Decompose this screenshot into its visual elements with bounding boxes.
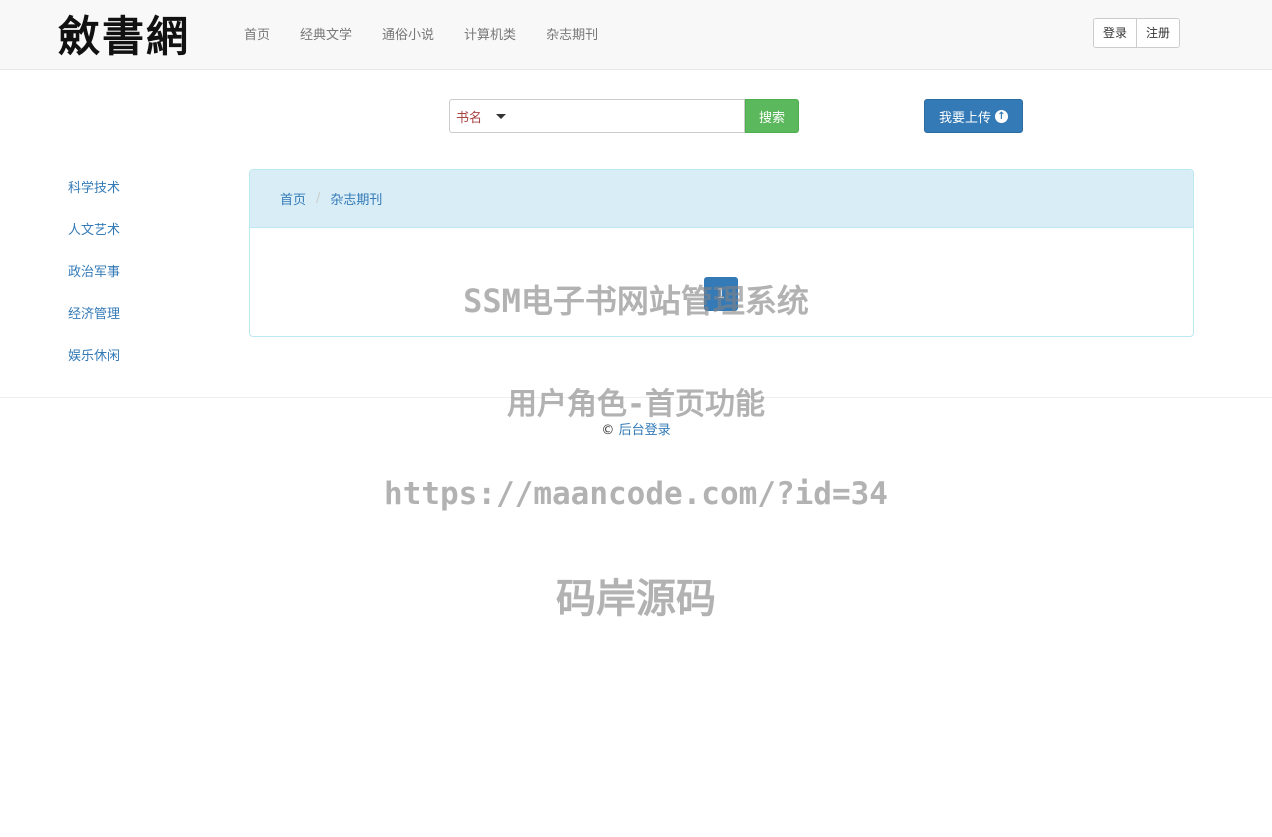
- breadcrumb: 首页 / 杂志期刊: [250, 170, 1193, 228]
- register-button[interactable]: 注册: [1136, 19, 1180, 47]
- sidebar-item-economics[interactable]: 经济管理: [68, 300, 218, 342]
- footer: © 后台登录: [0, 419, 1272, 438]
- admin-login-link[interactable]: 后台登录: [619, 423, 671, 438]
- search-input[interactable]: [511, 99, 745, 133]
- breadcrumb-current[interactable]: 杂志期刊: [330, 189, 382, 208]
- upload-button-label: 我要上传: [938, 110, 991, 126]
- nav-classic-literature[interactable]: 经典文学: [285, 0, 367, 70]
- category-sidebar: 科学技术 人文艺术 政治军事 经济管理 娱乐休闲: [68, 174, 218, 384]
- copyright-symbol: ©: [601, 423, 615, 438]
- arrow-circle-up-icon: ↑: [995, 109, 1008, 123]
- upload-button[interactable]: 我要上传 ↑: [924, 99, 1023, 133]
- site-logo[interactable]: 斂書網: [58, 12, 190, 62]
- content-panel: 首页 / 杂志期刊 1: [249, 169, 1194, 337]
- top-navbar: 斂書網 首页 经典文学 通俗小说 计算机类 杂志期刊 登录 注册: [0, 0, 1272, 70]
- sidebar-item-science[interactable]: 科学技术: [68, 174, 218, 216]
- watermark-brand: 码岸源码: [556, 576, 716, 622]
- auth-button-group: 登录 注册: [1093, 18, 1181, 48]
- main-nav: 首页 经典文学 通俗小说 计算机类 杂志期刊: [229, 0, 613, 70]
- sidebar-item-politics-military[interactable]: 政治军事: [68, 258, 218, 300]
- nav-magazines[interactable]: 杂志期刊: [531, 0, 613, 70]
- nav-computer-books[interactable]: 计算机类: [449, 0, 531, 70]
- footer-divider: [0, 397, 1272, 398]
- breadcrumb-home[interactable]: 首页: [280, 189, 306, 208]
- sidebar-item-humanities[interactable]: 人文艺术: [68, 216, 218, 258]
- search-bar: 书名 搜索: [449, 99, 799, 133]
- pagination-page-1[interactable]: 1: [704, 277, 738, 311]
- search-button[interactable]: 搜索: [745, 99, 799, 133]
- nav-home[interactable]: 首页: [229, 0, 285, 70]
- watermark-url: https://maancode.com/?id=34: [384, 476, 888, 512]
- sidebar-item-entertainment[interactable]: 娱乐休闲: [68, 342, 218, 384]
- watermark-subtitle: 用户角色-首页功能: [506, 387, 766, 422]
- breadcrumb-separator: /: [316, 191, 321, 206]
- page: 斂書網 首页 经典文学 通俗小说 计算机类 杂志期刊 登录 注册 书名 搜索 我…: [0, 0, 1272, 837]
- login-button[interactable]: 登录: [1094, 19, 1137, 47]
- chevron-down-icon: [496, 113, 507, 119]
- search-type-dropdown[interactable]: 书名: [449, 99, 511, 133]
- search-type-label: 书名: [456, 110, 483, 126]
- nav-popular-fiction[interactable]: 通俗小说: [367, 0, 449, 70]
